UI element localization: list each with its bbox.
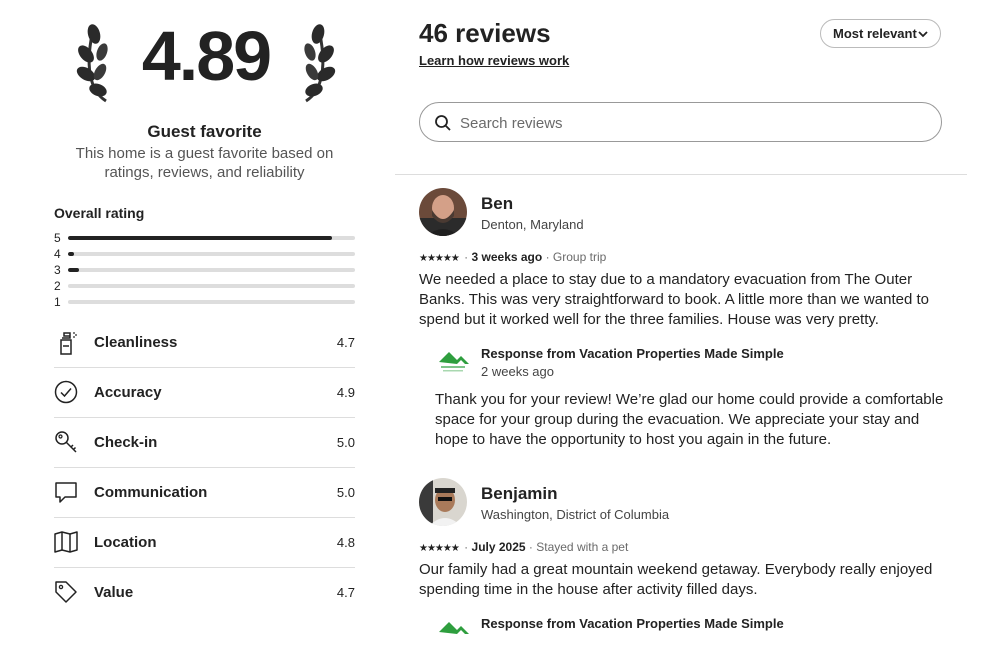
review-meta: ★★★★★ · 3 weeks ago · Group trip [419,250,607,264]
rating-bar-label: 3 [54,263,61,277]
rating-bar-row: 3 [54,262,355,278]
laurel-right-icon [304,24,336,103]
rating-bar-fill [68,236,333,240]
category-name: Cleanliness [94,334,178,351]
category-row-check-in: Check-in 5.0 [54,418,355,468]
rating-bar-row: 1 [54,294,355,310]
category-score: 4.7 [336,335,355,350]
category-score: 4.8 [336,535,355,550]
review-text: Our family had a great mountain weekend … [419,561,933,598]
search-input[interactable] [458,111,922,135]
ratings-summary-panel: 4.89 Guest favorite This home is a guest… [0,0,395,633]
trip-type: Stayed with a pet [536,540,629,554]
rating-bar-row: 4 [54,246,355,262]
chevron-down-icon [918,31,928,38]
avatar[interactable] [419,478,467,526]
star-rating-icon: ★★★★★ [419,253,460,264]
rating-bar-track [68,236,355,240]
divider [395,174,967,175]
star-rating-icon: ★★★★★ [419,543,460,554]
sort-dropdown[interactable]: Most relevant [820,19,941,48]
guest-favorite-description: This home is a guest favorite based on r… [75,145,334,181]
category-row-cleanliness: Cleanliness 4.7 [54,318,355,368]
category-score: 5.0 [336,485,355,500]
key-icon [54,430,78,454]
sort-label: Most relevant [833,26,917,41]
rating-bar-track [68,252,355,256]
trip-type: Group trip [552,250,607,264]
category-score: 4.7 [336,585,355,600]
category-row-accuracy: Accuracy 4.9 [54,368,355,418]
learn-reviews-link[interactable]: Learn how reviews work [419,53,569,68]
map-icon [54,530,78,554]
search-reviews[interactable] [419,102,942,142]
search-icon [435,115,451,131]
category-score: 5.0 [336,435,355,450]
spray-bottle-icon [54,330,78,355]
avatar[interactable] [419,188,467,236]
reviews-count: 46 reviews [419,18,551,48]
rating-bar-label: 1 [54,295,61,309]
review-date: July 2025 [471,540,526,554]
reviewer-name: Ben [481,194,514,213]
overall-rating-title: Overall rating [54,205,145,221]
rating-bar-fill [68,268,80,272]
review-date: 3 weeks ago [471,250,543,264]
rating-bar-label: 5 [54,231,61,245]
response-from: Response from Vacation Properties Made S… [481,346,784,361]
check-circle-icon [54,380,78,404]
review-text: We needed a place to stay due to a manda… [419,271,929,328]
review-meta: ★★★★★ · July 2025 · Stayed with a pet [419,540,629,554]
reviewer-name: Benjamin [481,484,558,503]
category-row-value: Value 4.7 [54,568,355,617]
category-name: Accuracy [94,384,162,401]
reviewer-location: Denton, Maryland [481,217,584,232]
rating-bar-row: 2 [54,278,355,294]
category-name: Communication [94,484,208,501]
rating-bar-track [68,268,355,272]
reviewer-location: Washington, District of Columbia [481,507,670,522]
rating-bar-label: 2 [54,279,61,293]
rating-bar-fill [68,252,74,256]
host-logo-icon [439,622,469,634]
rating-distribution: 5 4 3 2 1 [54,230,355,310]
category-row-location: Location 4.8 [54,518,355,568]
rating-bar-row: 5 [54,230,355,246]
category-ratings: Cleanliness 4.7 Accuracy 4.9 Check-in 5.0 Comm… [54,318,355,617]
category-score: 4.9 [336,385,355,400]
rating-bar-track [68,284,355,288]
guest-favorite-badge: 4.89 [76,8,336,113]
tag-icon [54,580,78,604]
response-date: 2 weeks ago [481,364,554,379]
rating-bar-label: 4 [54,247,61,261]
chat-bubble-icon [54,480,78,504]
reviews-panel: 46 reviews Learn how reviews work Most r… [395,0,991,634]
category-row-communication: Communication 5.0 [54,468,355,518]
category-name: Location [94,534,157,551]
response-from: Response from Vacation Properties Made S… [481,616,784,631]
response-text: Thank you for your review! We’re glad ou… [435,391,944,448]
guest-favorite-title: Guest favorite [147,122,262,141]
category-name: Value [94,584,134,601]
host-logo-icon [439,352,469,372]
rating-bar-track [68,300,355,304]
category-name: Check-in [94,434,158,451]
